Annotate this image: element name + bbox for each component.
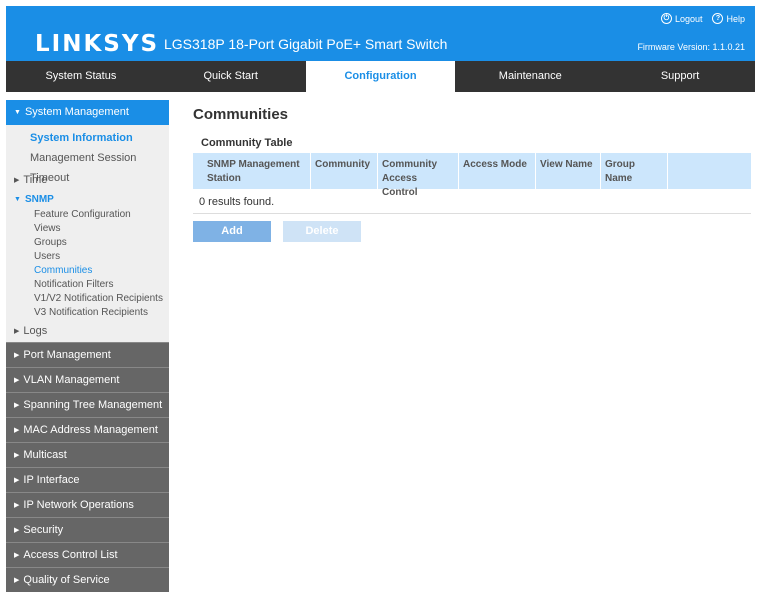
sidebar-access-control-list[interactable]: ▶ Access Control List [6,542,169,567]
caret-right-icon: ▶ [14,328,20,335]
product-name: LGS318P 18-Port Gigabit PoE+ Smart Switc… [164,36,448,52]
power-icon: ⏻ [660,13,672,24]
sidebar-item-communities[interactable]: Communities [6,264,169,278]
sidebar-mac-address[interactable]: ▶ MAC Address Management [6,417,169,442]
main-nav: System Status Quick Start Configuration … [6,61,755,92]
main-content: Communities Community Table SNMP Managem… [193,100,753,242]
sidebar-section-label: Port Management [23,349,111,361]
sidebar-time-label: Time [23,174,48,186]
col-snmp-management-station: SNMP Management Station [193,153,311,189]
sidebar-ip-interface[interactable]: ▶ IP Interface [6,467,169,492]
help-icon: ? [712,13,724,24]
sidebar-section-label: Access Control List [23,549,118,561]
caret-down-icon: ▼ [14,196,21,203]
sidebar-item-v1v2-recipients[interactable]: V1/V2 Notification Recipients [6,292,169,306]
sidebar-section-label: IP Network Operations [23,499,134,511]
tab-configuration[interactable]: Configuration [305,61,456,92]
caret-right-icon: ▶ [14,402,20,409]
divider [193,213,751,214]
sidebar-item-session-timeout[interactable]: Management Session Timeout [6,148,169,184]
sidebar-item-groups[interactable]: Groups [6,236,169,250]
caret-right-icon: ▶ [14,527,20,534]
page-title: Communities [193,106,289,123]
sidebar-quality-of-service[interactable]: ▶ Quality of Service [6,567,169,592]
tab-maintenance[interactable]: Maintenance [455,61,605,92]
tab-system-status[interactable]: System Status [6,61,156,92]
sidebar-section-label: IP Interface [23,474,80,486]
caret-right-icon: ▶ [14,577,20,584]
caret-right-icon: ▶ [14,552,20,559]
caret-right-icon: ▶ [14,352,20,359]
sidebar-section-label: Spanning Tree Management [23,399,163,411]
caret-right-icon: ▶ [14,377,20,384]
header: LINKSYS LGS318P 18-Port Gigabit PoE+ Sma… [6,6,755,61]
col-community: Community [311,153,378,189]
top-links: ⏻ Logout ? Help [660,13,745,24]
help-link[interactable]: ? Help [712,13,745,24]
sidebar-item-views[interactable]: Views [6,222,169,236]
tab-support[interactable]: Support [605,61,755,92]
logout-link[interactable]: ⏻ Logout [660,13,703,24]
sidebar-item-users[interactable]: Users [6,250,169,264]
col-community-access-control: Community Access Control [378,153,459,198]
caret-right-icon: ▶ [14,177,20,184]
caret-right-icon: ▶ [14,452,20,459]
caret-right-icon: ▶ [14,477,20,484]
sidebar-item-logs[interactable]: ▶ Logs [6,320,169,342]
help-label: Help [726,13,745,24]
caret-right-icon: ▶ [14,502,20,509]
sidebar-port-management[interactable]: ▶ Port Management [6,342,169,367]
caret-down-icon: ▼ [14,109,21,116]
sidebar-security[interactable]: ▶ Security [6,517,169,542]
sidebar-multicast[interactable]: ▶ Multicast [6,442,169,467]
sidebar-item-feature-configuration[interactable]: Feature Configuration [6,208,169,222]
col-view-name: View Name [536,153,601,189]
sidebar-section-label: Security [23,524,64,536]
sidebar-spanning-tree[interactable]: ▶ Spanning Tree Management [6,392,169,417]
sidebar-section-label: MAC Address Management [23,424,158,436]
col-access-mode: Access Mode [459,153,536,189]
tab-quick-start[interactable]: Quick Start [156,61,306,92]
sidebar-vlan-management[interactable]: ▶ VLAN Management [6,367,169,392]
sidebar: ▼ System Management System Information Ma… [6,100,169,592]
add-button[interactable]: Add [193,221,271,242]
sidebar-system-management[interactable]: ▼ System Management [6,100,169,125]
sidebar-section-label: VLAN Management [23,374,120,386]
community-table-header: SNMP Management Station Community Commun… [193,153,751,198]
linksys-logo: LINKSYS [35,31,160,57]
caret-right-icon: ▶ [14,427,20,434]
sidebar-section-label: Quality of Service [23,574,110,586]
col-empty [668,153,751,189]
delete-button[interactable]: Delete [283,221,361,242]
sidebar-item-notification-filters[interactable]: Notification Filters [6,278,169,292]
sidebar-snmp-label: SNMP [24,194,54,205]
sidebar-system-management-label: System Management [24,106,129,118]
sidebar-item-system-information[interactable]: System Information [6,128,169,148]
sidebar-item-snmp[interactable]: ▼ SNMP [6,192,169,208]
col-group-name: Group Name [601,153,668,189]
sidebar-item-v3-recipients[interactable]: V3 Notification Recipients [6,306,169,320]
results-text: 0 results found. [199,196,275,208]
firmware-version: Firmware Version: 1.1.0.21 [637,42,745,52]
sidebar-item-time[interactable]: ▶ Time [6,168,169,192]
sidebar-logs-label: Logs [23,325,48,337]
table-title: Community Table [201,137,293,149]
sidebar-section-label: Multicast [23,449,67,461]
logout-label: Logout [674,13,703,24]
sidebar-ip-network-operations[interactable]: ▶ IP Network Operations [6,492,169,517]
